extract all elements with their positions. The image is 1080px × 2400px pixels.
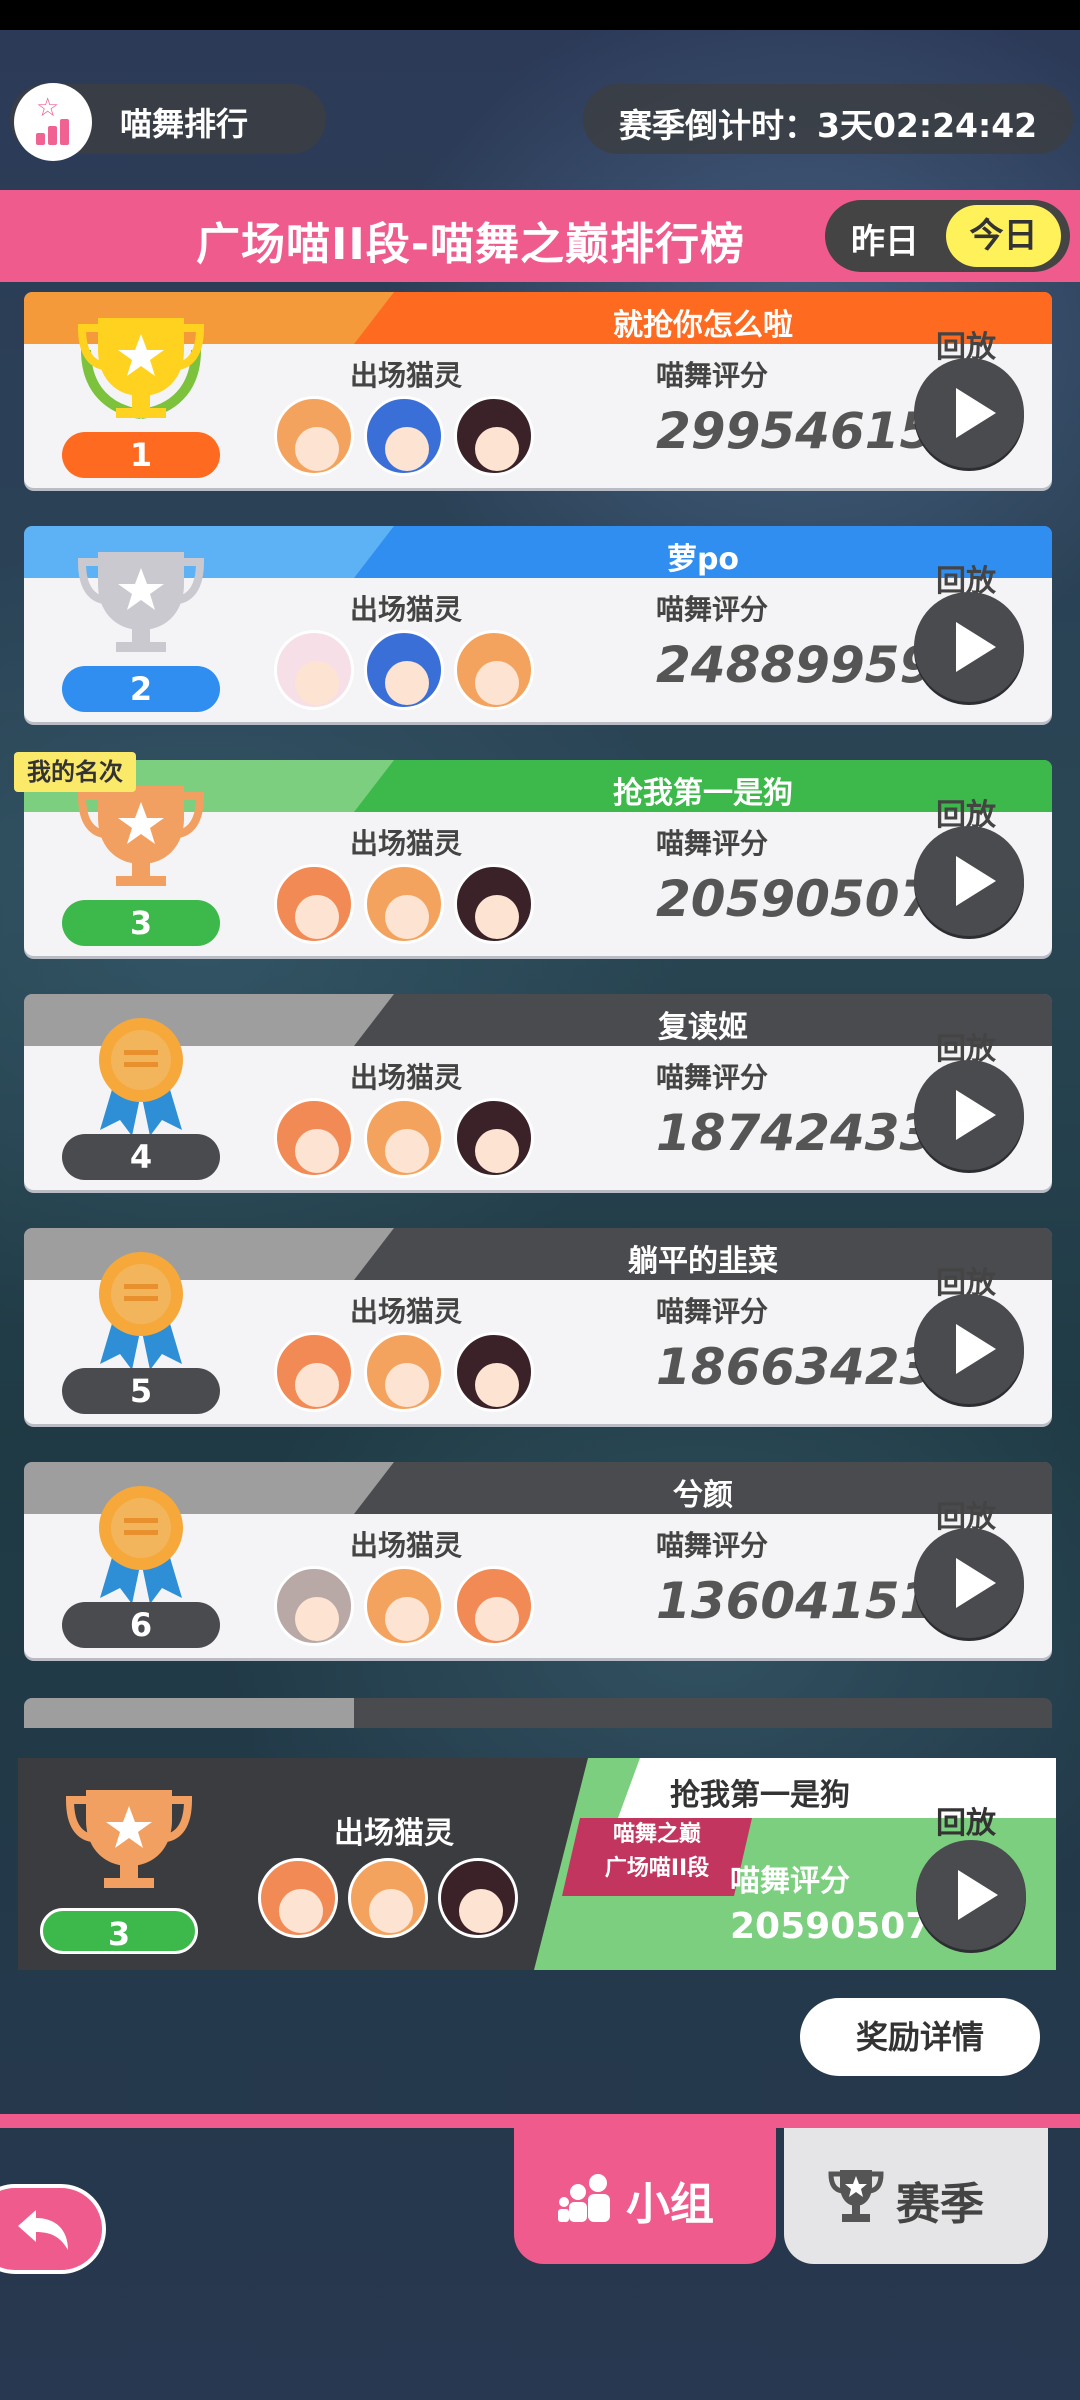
tab-bar-line (0, 2114, 1080, 2128)
ranking-card: 就抢你怎么啦 1 出场猫灵 喵舞评分 29954615 回放 (24, 292, 1052, 488)
score-value: 18742433 (656, 1104, 935, 1162)
cats-label: 出场猫灵 (350, 1295, 463, 1328)
cat-avatar (348, 1858, 428, 1938)
score-value: 29954615 (656, 402, 935, 460)
cat-avatar (454, 864, 534, 944)
tier-line-2: 广场喵II段 (604, 1856, 710, 1881)
cat-avatar (274, 630, 354, 710)
back-button[interactable] (0, 2184, 106, 2274)
my-tier-badge: 喵舞之巅 广场喵II段 (562, 1818, 752, 1896)
cat-avatar (454, 396, 534, 476)
cat-avatar (364, 396, 444, 476)
cats-label: 出场猫灵 (350, 1529, 463, 1562)
ribbon-medal-icon (99, 1486, 183, 1604)
ranking-title: 喵舞排行 (120, 105, 249, 143)
my-cats-label: 出场猫灵 (334, 1816, 454, 1851)
bronze-cup-icon (77, 786, 205, 886)
tier-line-1: 喵舞之巅 (612, 1822, 701, 1847)
score-label: 喵舞评分 (656, 593, 769, 626)
rank-number: 5 (62, 1368, 220, 1414)
tab-group[interactable]: 小组 (514, 2128, 776, 2264)
cat-avatar (274, 1098, 354, 1178)
silver-cup-icon (77, 552, 205, 652)
tab-group-label: 小组 (626, 2179, 714, 2230)
cat-avatar (274, 1332, 354, 1412)
cats-label: 出场猫灵 (350, 827, 463, 860)
rank-number: 6 (62, 1602, 220, 1648)
cat-avatar (364, 1332, 444, 1412)
trophy-icon (828, 2170, 884, 2222)
season-countdown: 赛季倒计时：3天02:24:42 (583, 84, 1073, 154)
cats-label: 出场猫灵 (350, 359, 463, 392)
ranking-card: 躺平的韭菜 5 出场猫灵 喵舞评分 18663423 回放 (24, 1228, 1052, 1424)
my-entry-panel: 3 出场猫灵 抢我第一是狗 喵舞之巅 广场喵II段 喵舞评分 20590507 … (18, 1758, 1056, 1970)
cat-avatar (364, 1098, 444, 1178)
my-rank-tag: 我的名次 (14, 752, 136, 792)
replay-button[interactable] (914, 826, 1024, 936)
toggle-today[interactable]: 今日 (946, 205, 1061, 267)
score-label: 喵舞评分 (656, 1061, 769, 1094)
cat-avatar (364, 864, 444, 944)
day-toggle[interactable]: 昨日 今日 (825, 200, 1070, 272)
ribbon-medal-icon (99, 1252, 183, 1370)
gold-cup-laurel-icon (77, 318, 205, 419)
ranking-title-pill: ☆ 喵舞排行 (10, 83, 326, 161)
cat-avatar (454, 630, 534, 710)
tab-season-label: 赛季 (896, 2179, 984, 2230)
partial-row-7 (24, 1698, 1052, 1728)
cat-avatar (454, 1332, 534, 1412)
my-score-label: 喵舞评分 (730, 1864, 850, 1899)
cat-avatar (274, 396, 354, 476)
tab-season[interactable]: 赛季 (784, 2128, 1048, 2264)
cat-avatar (258, 1858, 338, 1938)
rank-number: 4 (62, 1134, 220, 1180)
ranking-card: 萝po 2 出场猫灵 喵舞评分 24889959 回放 (24, 526, 1052, 722)
replay-button[interactable] (914, 358, 1024, 468)
cats-label: 出场猫灵 (350, 593, 463, 626)
replay-button[interactable] (914, 1294, 1024, 1404)
score-label: 喵舞评分 (656, 1295, 769, 1328)
score-value: 24889959 (656, 636, 935, 694)
score-value: 13604151 (656, 1572, 935, 1630)
replay-label: 回放 (936, 1806, 996, 1841)
toggle-yesterday[interactable]: 昨日 (851, 214, 919, 263)
replay-button[interactable] (914, 592, 1024, 702)
cat-avatar (274, 1566, 354, 1646)
board-title: 广场喵II段-喵舞之巅排行榜 (196, 219, 746, 270)
score-label: 喵舞评分 (656, 1529, 769, 1562)
cats-label: 出场猫灵 (350, 1061, 463, 1094)
score-value: 18663423 (656, 1338, 935, 1396)
cat-avatar (274, 864, 354, 944)
ranking-card: 抢我第一是狗 3 出场猫灵 喵舞评分 20590507 回放 (24, 760, 1052, 956)
countdown-text: 赛季倒计时：3天02:24:42 (619, 106, 1038, 145)
rank-number: 3 (62, 900, 220, 946)
cat-avatar (454, 1098, 534, 1178)
my-replay-button[interactable] (916, 1840, 1026, 1950)
reward-details-button[interactable]: 奖励详情 (800, 1998, 1040, 2076)
replay-button[interactable] (914, 1060, 1024, 1170)
cat-avatar (364, 1566, 444, 1646)
bronze-cup-icon (65, 1790, 193, 1888)
back-arrow-icon (18, 2210, 68, 2250)
ranking-card: 复读姬 4 出场猫灵 喵舞评分 18742433 回放 (24, 994, 1052, 1190)
cat-avatar (438, 1858, 518, 1938)
rank-number: 2 (62, 666, 220, 712)
group-icon (558, 2174, 610, 2222)
ranking-card: 兮颜 6 出场猫灵 喵舞评分 13604151 回放 (24, 1462, 1052, 1658)
my-player-name: 抢我第一是狗 (670, 1778, 850, 1813)
my-score: 20590507 (730, 1906, 931, 1947)
score-label: 喵舞评分 (656, 827, 769, 860)
cat-avatar (364, 630, 444, 710)
cat-avatar (454, 1566, 534, 1646)
chart-icon: ☆ (14, 83, 92, 161)
ribbon-medal-icon (99, 1018, 183, 1136)
score-value: 20590507 (656, 870, 935, 928)
my-rank-pill: 3 (40, 1908, 198, 1954)
score-label: 喵舞评分 (656, 359, 769, 392)
replay-button[interactable] (914, 1528, 1024, 1638)
rank-number: 1 (62, 432, 220, 478)
status-bar (0, 0, 1080, 30)
